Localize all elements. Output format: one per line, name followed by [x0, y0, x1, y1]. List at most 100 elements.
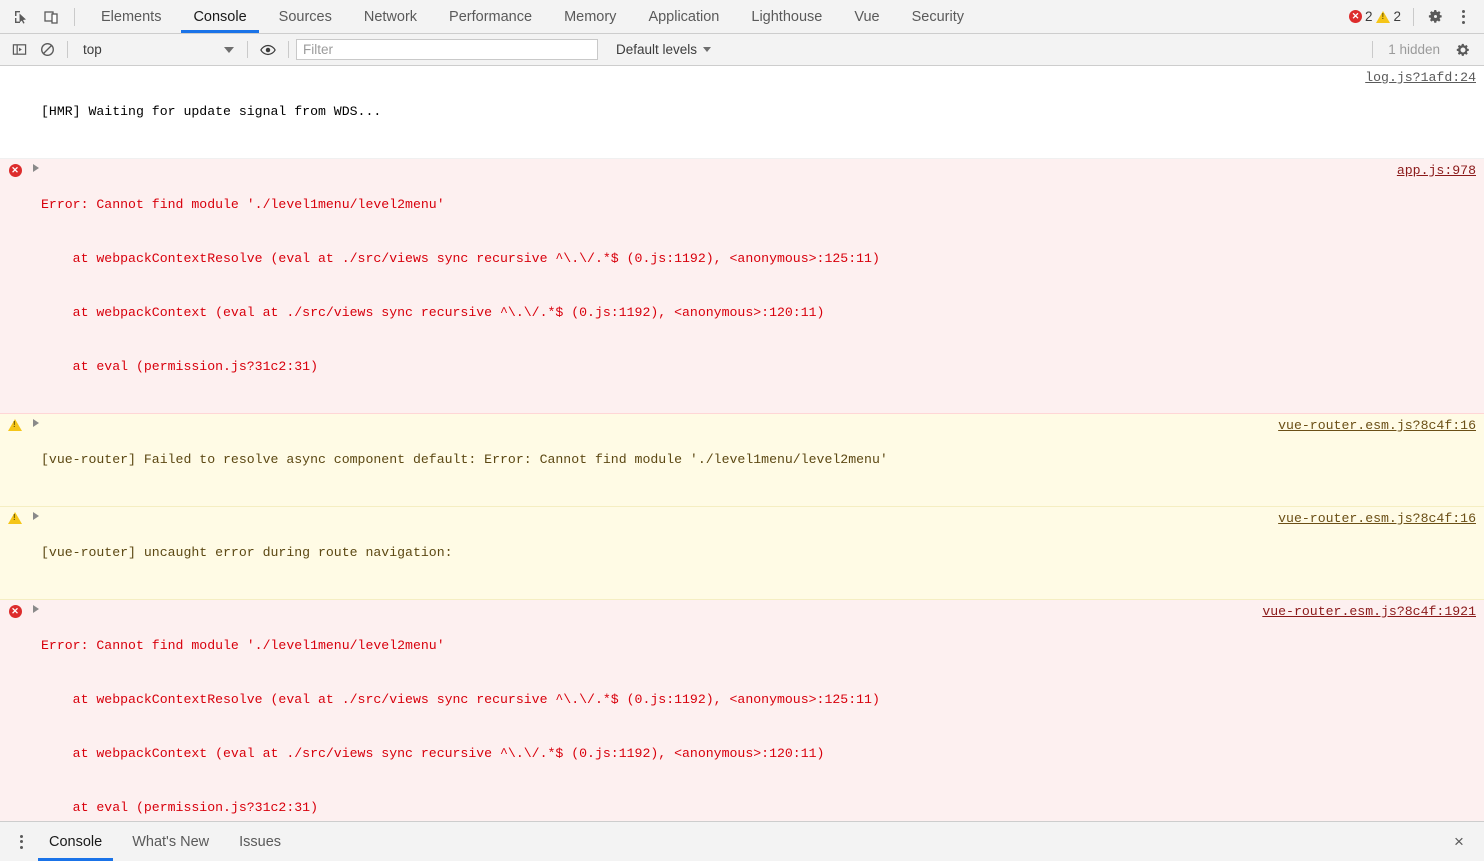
tab-label: Performance [449, 9, 532, 25]
tab-performance[interactable]: Performance [433, 0, 548, 33]
tab-vue[interactable]: Vue [838, 0, 895, 33]
error-icon: ✕ [9, 164, 22, 177]
tab-label: Sources [279, 9, 332, 25]
message-source-link[interactable]: vue-router.esm.js?8c4f:16 [1278, 417, 1476, 435]
chevron-right-icon[interactable] [33, 512, 39, 520]
chevron-down-icon [703, 47, 711, 52]
message-text: [HMR] Waiting for update signal from WDS… [41, 67, 1484, 157]
warning-icon [1376, 11, 1390, 23]
tab-label: Network [364, 9, 417, 25]
console-message-error[interactable]: ✕ Error: Cannot find module './level1men… [0, 159, 1484, 414]
message-text: Error: Cannot find module './level1menu/… [41, 601, 1484, 821]
message-line: [vue-router] uncaught error during route… [41, 544, 1472, 562]
warning-icon [8, 512, 22, 524]
message-disclosure-slot [30, 67, 41, 157]
message-line: at eval (permission.js?31c2:31) [41, 358, 1472, 376]
console-toolbar: top Default levels 1 hidden [0, 34, 1484, 66]
drawer-tab-label: Issues [239, 834, 281, 850]
tab-sources[interactable]: Sources [263, 0, 348, 33]
console-message-warning[interactable]: [vue-router] uncaught error during route… [0, 507, 1484, 600]
message-level-icon-slot: ✕ [0, 160, 30, 412]
message-disclosure-slot[interactable] [30, 508, 41, 598]
chevron-down-icon [224, 47, 234, 53]
close-icon[interactable]: × [1446, 829, 1472, 855]
device-toolbar-icon[interactable] [38, 4, 64, 30]
message-line: at webpackContextResolve (eval at ./src/… [41, 691, 1472, 709]
kebab-menu-icon[interactable] [1450, 4, 1476, 30]
message-text: [vue-router] Failed to resolve async com… [41, 415, 1484, 505]
toolbar-divider-3 [288, 41, 289, 58]
message-source-link[interactable]: vue-router.esm.js?8c4f:16 [1278, 510, 1476, 528]
tab-label: Memory [564, 9, 616, 25]
message-disclosure-slot[interactable] [30, 415, 41, 505]
issue-counts[interactable]: ✕ 2 2 [1345, 9, 1405, 24]
message-level-icon-slot [0, 508, 30, 598]
message-text: [vue-router] uncaught error during route… [41, 508, 1484, 598]
main-tab-bar: Elements Console Sources Network Perform… [0, 0, 1484, 34]
error-icon: ✕ [9, 605, 22, 618]
tab-bar-right-controls: ✕ 2 2 [1345, 0, 1484, 33]
message-disclosure-slot[interactable] [30, 601, 41, 821]
tab-application[interactable]: Application [632, 0, 735, 33]
chevron-right-icon[interactable] [33, 164, 39, 172]
tab-label: Elements [101, 9, 161, 25]
console-settings-gear-icon[interactable] [1450, 37, 1476, 63]
error-icon: ✕ [1349, 10, 1362, 23]
message-level-icon-slot [0, 67, 30, 157]
tab-label: Lighthouse [751, 9, 822, 25]
drawer-kebab-icon[interactable] [8, 822, 34, 861]
message-source-link[interactable]: vue-router.esm.js?8c4f:1921 [1262, 603, 1476, 621]
log-levels-selector[interactable]: Default levels [608, 39, 719, 61]
clear-console-icon[interactable] [34, 37, 60, 63]
console-message-warning[interactable]: [vue-router] Failed to resolve async com… [0, 414, 1484, 507]
inspect-element-icon[interactable] [8, 4, 34, 30]
message-level-icon-slot [0, 415, 30, 505]
tab-label: Vue [854, 9, 879, 25]
message-text: Error: Cannot find module './level1menu/… [41, 160, 1484, 412]
console-message-info[interactable]: [HMR] Waiting for update signal from WDS… [0, 66, 1484, 159]
message-source-link[interactable]: log.js?1afd:24 [1365, 69, 1476, 87]
hidden-messages-count[interactable]: 1 hidden [1380, 42, 1448, 57]
drawer-tab-whats-new[interactable]: What's New [117, 822, 224, 861]
tab-elements[interactable]: Elements [85, 0, 177, 33]
tab-bar-right-divider [1413, 8, 1414, 26]
message-line: [HMR] Waiting for update signal from WDS… [41, 103, 1472, 121]
gear-icon[interactable] [1422, 4, 1448, 30]
panel-tabs: Elements Console Sources Network Perform… [85, 0, 980, 33]
devtools-window: Elements Console Sources Network Perform… [0, 0, 1484, 861]
tab-memory[interactable]: Memory [548, 0, 632, 33]
console-message-list: [HMR] Waiting for update signal from WDS… [0, 66, 1484, 821]
tab-bar-divider [74, 8, 75, 26]
tab-label: Application [648, 9, 719, 25]
execution-context-selector[interactable]: top [75, 39, 240, 61]
chevron-right-icon[interactable] [33, 419, 39, 427]
message-line: at webpackContext (eval at ./src/views s… [41, 745, 1472, 763]
warning-icon [8, 419, 22, 431]
execution-context-value: top [83, 42, 224, 57]
error-count-group[interactable]: ✕ 2 [1349, 9, 1373, 24]
tab-security[interactable]: Security [896, 0, 980, 33]
message-line: [vue-router] Failed to resolve async com… [41, 451, 1472, 469]
chevron-right-icon[interactable] [33, 605, 39, 613]
toolbar-divider-2 [247, 41, 248, 58]
drawer-tab-issues[interactable]: Issues [224, 822, 296, 861]
eye-icon[interactable] [255, 37, 281, 63]
tab-label: Console [193, 9, 246, 25]
tab-network[interactable]: Network [348, 0, 433, 33]
filter-input[interactable] [296, 39, 598, 60]
console-sidebar-icon[interactable] [6, 37, 32, 63]
drawer-tab-console[interactable]: Console [34, 822, 117, 861]
warning-count-group[interactable]: 2 [1376, 9, 1401, 24]
message-line: Error: Cannot find module './level1menu/… [41, 196, 1472, 214]
message-line: at webpackContext (eval at ./src/views s… [41, 304, 1472, 322]
toolbar-divider-1 [67, 41, 68, 58]
tab-console[interactable]: Console [177, 0, 262, 33]
message-source-link[interactable]: app.js:978 [1397, 162, 1476, 180]
console-toolbar-right: 1 hidden [1367, 37, 1476, 63]
message-level-icon-slot: ✕ [0, 601, 30, 821]
tab-lighthouse[interactable]: Lighthouse [735, 0, 838, 33]
drawer-right-controls: × [1446, 822, 1484, 861]
message-disclosure-slot[interactable] [30, 160, 41, 412]
console-message-error[interactable]: ✕ Error: Cannot find module './level1men… [0, 600, 1484, 821]
message-line: at webpackContextResolve (eval at ./src/… [41, 250, 1472, 268]
